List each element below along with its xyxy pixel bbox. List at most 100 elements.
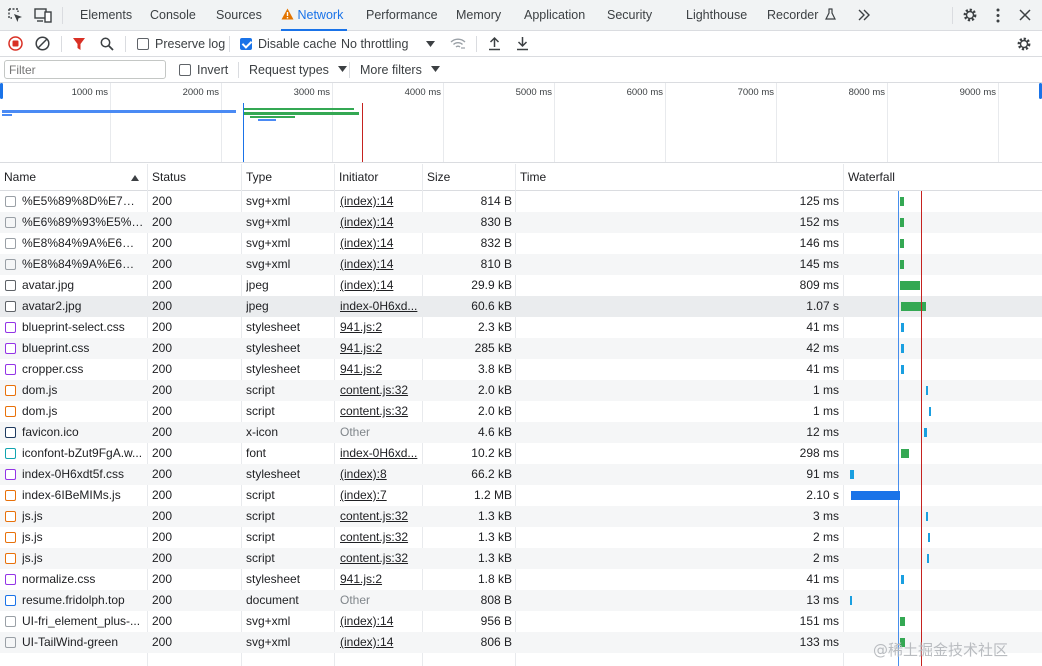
request-initiator[interactable]: (index):7 [340,485,420,506]
request-time: 91 ms [806,467,839,481]
export-har-icon[interactable] [516,36,529,51]
request-size: 2.0 kB [477,404,512,418]
preserve-log-checkbox[interactable]: Preserve log [137,31,225,57]
table-row[interactable]: dom.js 200 script content.js:32 2.0 kB 1 ms [0,401,1042,422]
request-initiator[interactable]: (index):14 [340,254,420,275]
column-header-waterfall[interactable]: Waterfall [844,164,1042,191]
inspect-element-icon[interactable] [8,8,23,23]
stop-recording-icon[interactable] [8,36,23,51]
request-initiator[interactable]: (index):14 [340,611,420,632]
import-har-icon[interactable] [488,36,501,51]
tab-sources[interactable]: Sources [216,0,262,31]
request-size: 814 B [480,194,512,208]
table-row[interactable]: avatar2.jpg 200 jpeg index-0H6xd... 60.6 kB 1… [0,296,1042,317]
throttling-select[interactable]: No throttling [341,31,437,57]
request-types-dropdown[interactable]: Request types [249,57,348,83]
request-time: 2.10 s [806,488,839,502]
waterfall-bar [901,344,904,353]
request-initiator[interactable]: index-0H6xd... [340,443,420,464]
table-row[interactable]: index-6IBeMIMs.js 200 script (index):7 1.2 M… [0,485,1042,506]
request-initiator[interactable]: (index):14 [340,191,420,212]
overview-range-handle-left[interactable] [0,83,3,99]
tab-network[interactable]: Network [281,0,348,31]
request-initiator[interactable]: content.js:32 [340,401,420,422]
request-initiator[interactable]: 941.js:2 [340,569,420,590]
request-initiator[interactable]: (index):14 [340,275,420,296]
request-status: 200 [152,278,173,292]
request-size: 1.3 kB [477,551,512,565]
preserve-log-box[interactable] [137,38,149,50]
table-row[interactable]: blueprint.css 200 stylesheet 941.js:2 285 kB… [0,338,1042,359]
request-initiator[interactable]: content.js:32 [340,548,420,569]
table-row[interactable]: js.js 200 script content.js:32 1.3 kB 2 ms [0,548,1042,569]
request-initiator[interactable]: content.js:32 [340,380,420,401]
request-initiator[interactable]: (index):14 [340,233,420,254]
invert-checkbox[interactable]: Invert [179,57,228,83]
table-row[interactable]: favicon.ico 200 x-icon Other 4.6 kB 12 ms [0,422,1042,443]
request-initiator[interactable]: (index):14 [340,212,420,233]
tab-memory[interactable]: Memory [456,0,501,31]
tab-lighthouse[interactable]: Lighthouse [686,0,747,31]
settings-gear-icon[interactable] [962,7,978,23]
table-row[interactable]: js.js 200 script content.js:32 1.3 kB 2 ms [0,527,1042,548]
tab-application[interactable]: Application [524,0,585,31]
disable-cache-box[interactable] [240,38,252,50]
table-row[interactable]: %E6%89%93%E5%8... 200 svg+xml (index):14 830… [0,212,1042,233]
column-header-size[interactable]: Size [423,164,516,191]
tab-security[interactable]: Security [607,0,652,31]
column-header-name[interactable]: Name [0,164,148,191]
more-options-icon[interactable] [995,8,1001,23]
table-row[interactable]: normalize.css 200 stylesheet 941.js:2 1.8 kB… [0,569,1042,590]
table-row[interactable]: dom.js 200 script content.js:32 2.0 kB 1 ms [0,380,1042,401]
network-settings-gear-icon[interactable] [1016,36,1032,52]
request-size: 830 B [480,215,512,229]
device-toolbar-icon[interactable] [34,8,52,23]
table-row[interactable]: %E8%84%9A%E6%9... 200 svg+xml (index):14 810… [0,254,1042,275]
table-row[interactable]: js.js 200 script content.js:32 1.3 kB 3 ms [0,506,1042,527]
search-icon[interactable] [100,37,114,51]
more-tabs-icon[interactable] [857,9,871,21]
table-row[interactable]: %E8%84%9A%E6%8... 200 svg+xml (index):14 832… [0,233,1042,254]
network-conditions-wifi-icon[interactable] [450,37,466,50]
column-header-type[interactable]: Type [242,164,335,191]
clear-icon[interactable] [35,36,50,51]
request-initiator[interactable]: 941.js:2 [340,359,420,380]
network-overview-timeline[interactable]: 1000 ms 2000 ms 3000 ms 4000 ms 5000 ms … [0,83,1042,163]
table-row[interactable]: index-0H6xdt5f.css 200 stylesheet (index):8… [0,464,1042,485]
tab-console[interactable]: Console [150,0,196,31]
table-row[interactable]: avatar.jpg 200 jpeg (index):14 29.9 kB 809 ms [0,275,1042,296]
table-row[interactable]: UI-fri_element_plus-... 200 svg+xml (index)… [0,611,1042,632]
tab-recorder[interactable]: Recorder [767,0,836,31]
request-status: 200 [152,593,173,607]
request-name: %E8%84%9A%E6%8... [22,236,144,250]
request-initiator[interactable]: (index):8 [340,464,420,485]
filter-funnel-icon[interactable] [72,37,86,51]
request-size: 285 kB [474,341,512,355]
close-devtools-icon[interactable] [1019,9,1031,21]
table-row[interactable]: iconfont-bZut9FgA.w... 200 font index-0H6xd… [0,443,1042,464]
column-header-initiator[interactable]: Initiator [335,164,423,191]
tab-performance[interactable]: Performance [366,0,438,31]
tab-elements[interactable]: Elements [80,0,132,31]
css-file-icon [5,574,16,585]
table-row[interactable]: blueprint-select.css 200 stylesheet 941.js:… [0,317,1042,338]
column-header-time[interactable]: Time [516,164,844,191]
request-initiator[interactable]: 941.js:2 [340,317,420,338]
request-size: 806 B [480,635,512,649]
column-header-status[interactable]: Status [148,164,242,191]
request-initiator[interactable]: content.js:32 [340,506,420,527]
filter-input[interactable] [4,60,166,79]
more-filters-dropdown[interactable]: More filters [360,57,441,83]
request-initiator[interactable]: content.js:32 [340,527,420,548]
table-row[interactable]: resume.fridolph.top 200 document Other 808 B… [0,590,1042,611]
table-row[interactable]: %E5%89%8D%E7%A... 200 svg+xml (index):14 814… [0,191,1042,212]
request-initiator[interactable]: index-0H6xd... [340,296,420,317]
waterfall-bar [900,218,904,227]
table-row[interactable]: cropper.css 200 stylesheet 941.js:2 3.8 kB 41… [0,359,1042,380]
svg-file-icon [5,238,16,249]
disable-cache-checkbox[interactable]: Disable cache [240,31,337,57]
request-initiator[interactable]: (index):14 [340,632,420,653]
request-time: 1 ms [812,404,839,418]
request-initiator[interactable]: 941.js:2 [340,338,420,359]
invert-box[interactable] [179,64,191,76]
